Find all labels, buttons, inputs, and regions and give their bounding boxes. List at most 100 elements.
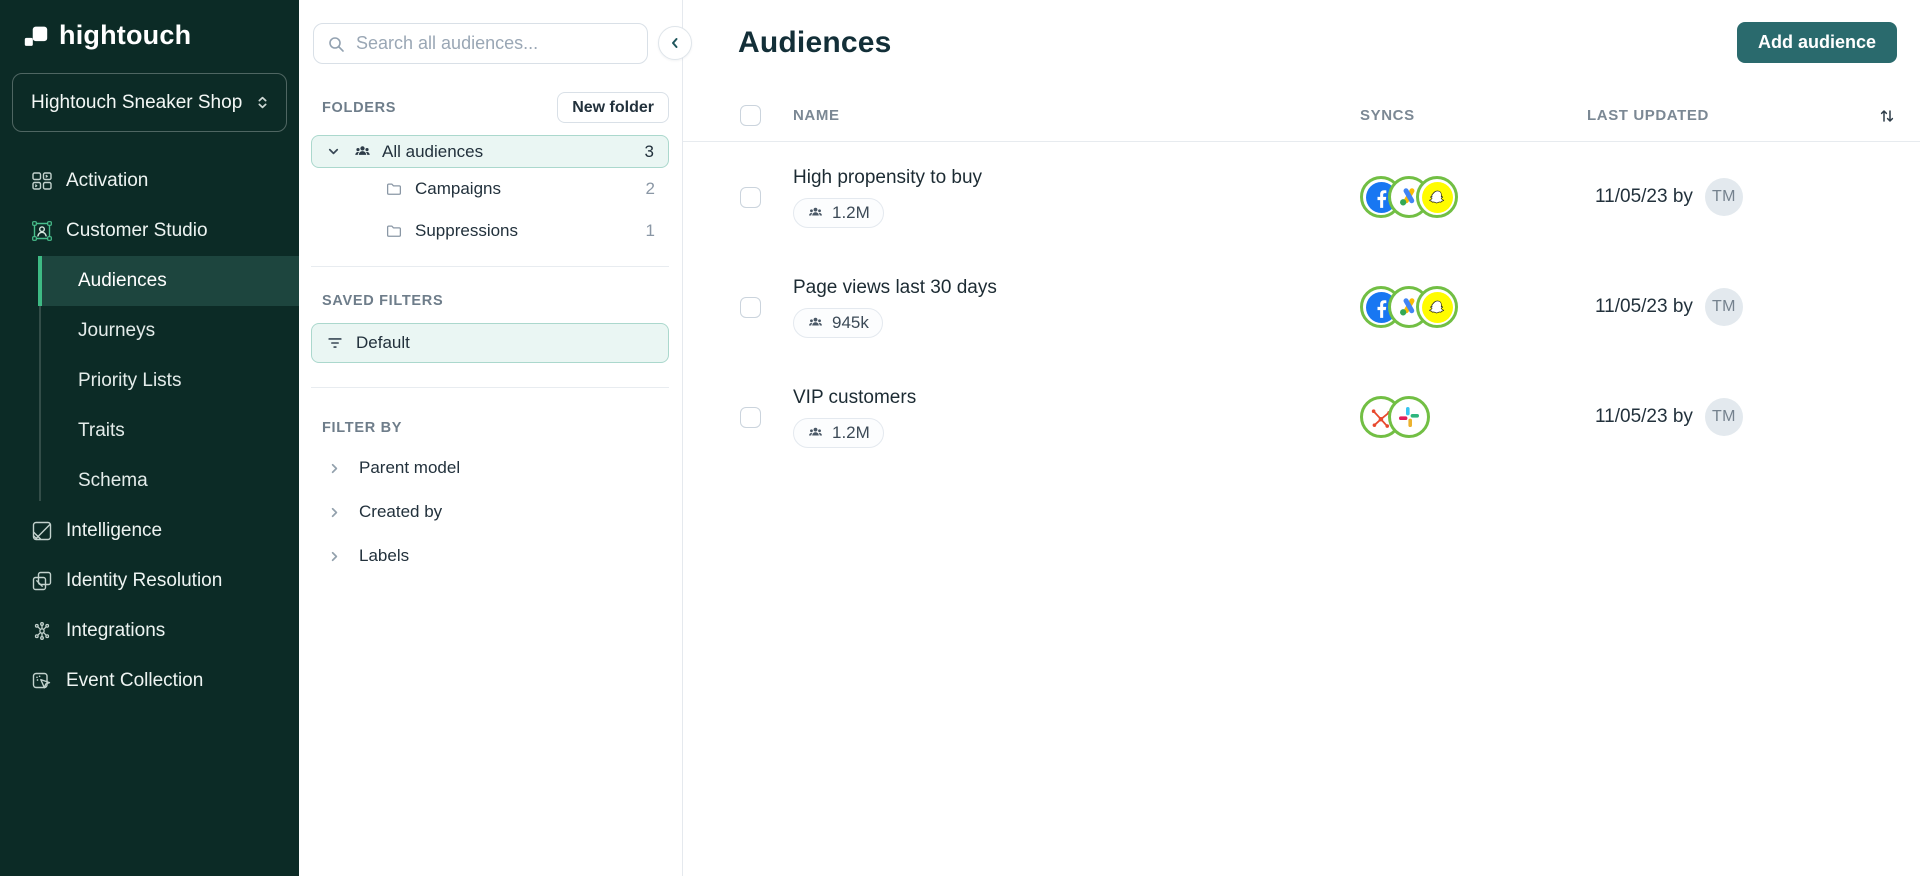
collapse-panel-button[interactable] [658,26,692,60]
avatar: TM [1704,178,1743,216]
filter-group-parent-model[interactable]: Parent model [299,446,682,490]
section-divider [311,266,669,267]
sidebar-item-label: Schema [78,470,148,491]
table-row[interactable]: High propensity to buy 1.2M 11/05/23 by … [683,142,1920,252]
last-updated-text: 11/05/23 by [1595,406,1693,427]
column-header-syncs: SYNCS [1360,107,1415,124]
sort-icon[interactable] [1877,106,1897,126]
saved-filter-default[interactable]: Default [311,323,669,363]
audience-people-icon [807,204,824,221]
chevron-left-icon [667,35,683,51]
sidebar-item-label: Identity Resolution [66,570,223,591]
audience-people-icon [807,424,824,441]
table-header: NAME SYNCS LAST UPDATED [683,90,1920,142]
folder-count: 3 [644,141,654,161]
brand-logo: hightouch [0,0,299,51]
sidebar-item-label: Event Collection [66,670,204,691]
filter-group-label: Labels [359,546,410,565]
identity-resolution-icon [30,569,54,593]
chevron-up-down-icon [254,94,271,111]
table-row[interactable]: Page views last 30 days 945k 11/05/23 by… [683,252,1920,362]
table-row[interactable]: VIP customers 1.2M 11/05/23 by TM [683,362,1920,472]
audience-size-badge: 1.2M [793,417,884,448]
filter-group-label: Created by [359,502,443,521]
main-content: Audiences Add audience NAME SYNCS LAST U… [683,0,1920,876]
sidebar-item-label: Journeys [78,320,156,341]
logo-text: hightouch [59,20,192,50]
sidebar-item-label: Audiences [78,270,167,291]
search-box [313,23,648,64]
workspace-name: Hightouch Sneaker Shop [31,91,243,113]
app-window: hightouch Hightouch Sneaker Shop Activat… [0,0,1920,876]
page-title: Audiences [738,26,892,59]
slack-sync-badge[interactable] [1388,396,1430,438]
sidebar: hightouch Hightouch Sneaker Shop Activat… [0,0,299,876]
audience-size: 1.2M [832,202,870,222]
folder-count: 1 [645,221,655,240]
column-header-name: NAME [793,107,840,124]
sidebar-item-schema[interactable]: Schema [38,456,299,506]
sidebar-item-label: Intelligence [66,520,163,541]
sidebar-item-audiences[interactable]: Audiences [38,256,299,306]
customer-studio-icon [30,219,54,243]
sidebar-item-label: Customer Studio [66,220,208,241]
sidebar-item-identity-resolution[interactable]: Identity Resolution [0,556,299,606]
snapchat-icon [1421,291,1453,323]
new-folder-button[interactable]: New folder [557,92,669,123]
select-all-checkbox[interactable] [740,105,761,126]
last-updated-text: 11/05/23 by [1595,186,1693,207]
row-checkbox[interactable] [740,186,761,208]
sidebar-item-activation[interactable]: Activation [0,156,299,206]
slack-icon [1399,407,1419,427]
audience-people-icon [807,314,824,331]
folder-name: All audiences [382,141,484,161]
snapchat-sync-badge[interactable] [1416,286,1458,328]
sync-icons [1360,286,1587,328]
chevron-down-icon [326,144,341,159]
folder-icon [385,180,403,198]
sidebar-item-event-collection[interactable]: Event Collection [0,656,299,706]
avatar: TM [1704,288,1743,326]
row-checkbox[interactable] [740,296,761,318]
snapchat-sync-badge[interactable] [1416,176,1458,218]
integrations-icon [30,619,54,643]
audience-people-icon [353,142,372,161]
folders-list: All audiences 3 Campaigns 2 Suppressions… [311,135,669,252]
sidebar-item-integrations[interactable]: Integrations [0,606,299,656]
avatar: TM [1704,398,1743,436]
event-collection-icon [30,669,54,693]
add-audience-button[interactable]: Add audience [1736,22,1897,63]
sidebar-item-journeys[interactable]: Journeys [38,306,299,356]
audience-name[interactable]: VIP customers [793,387,916,409]
filter-group-created-by[interactable]: Created by [299,490,682,534]
filter-group-label: Parent model [359,458,461,477]
hightouch-logo-icon [22,22,50,50]
filter-group-labels[interactable]: Labels [299,534,682,578]
column-header-last-updated: LAST UPDATED [1587,107,1709,124]
sidebar-item-label: Activation [66,170,149,191]
filter-by-list: Parent model Created by Labels [299,446,682,578]
audience-name[interactable]: High propensity to buy [793,167,982,189]
folder-item-campaigns[interactable]: Campaigns 2 [311,168,669,210]
sidebar-item-customer-studio[interactable]: Customer Studio [0,206,299,256]
sync-icons [1360,396,1587,438]
sidebar-item-intelligence[interactable]: Intelligence [0,506,299,556]
snapchat-icon [1421,181,1453,213]
audience-name[interactable]: Page views last 30 days [793,277,997,299]
folder-item-suppressions[interactable]: Suppressions 1 [311,210,669,252]
section-divider [311,387,669,388]
customer-studio-subnav: Audiences Journeys Priority Lists Traits… [0,256,299,506]
row-checkbox[interactable] [740,406,761,428]
folders-section-label: FOLDERS [322,99,397,116]
sidebar-nav: Activation Customer Studio Audiences Jou… [0,156,299,706]
workspace-selector[interactable]: Hightouch Sneaker Shop [12,73,287,132]
sidebar-item-priority-lists[interactable]: Priority Lists [38,356,299,406]
sidebar-item-traits[interactable]: Traits [38,406,299,456]
sync-icons [1360,176,1587,218]
folder-item-all-audiences[interactable]: All audiences 3 [311,135,669,168]
folder-icon [385,222,403,240]
search-input[interactable] [356,33,635,54]
chevron-right-icon [327,505,342,520]
filter-icon [326,334,344,352]
audience-size: 1.2M [832,422,870,442]
